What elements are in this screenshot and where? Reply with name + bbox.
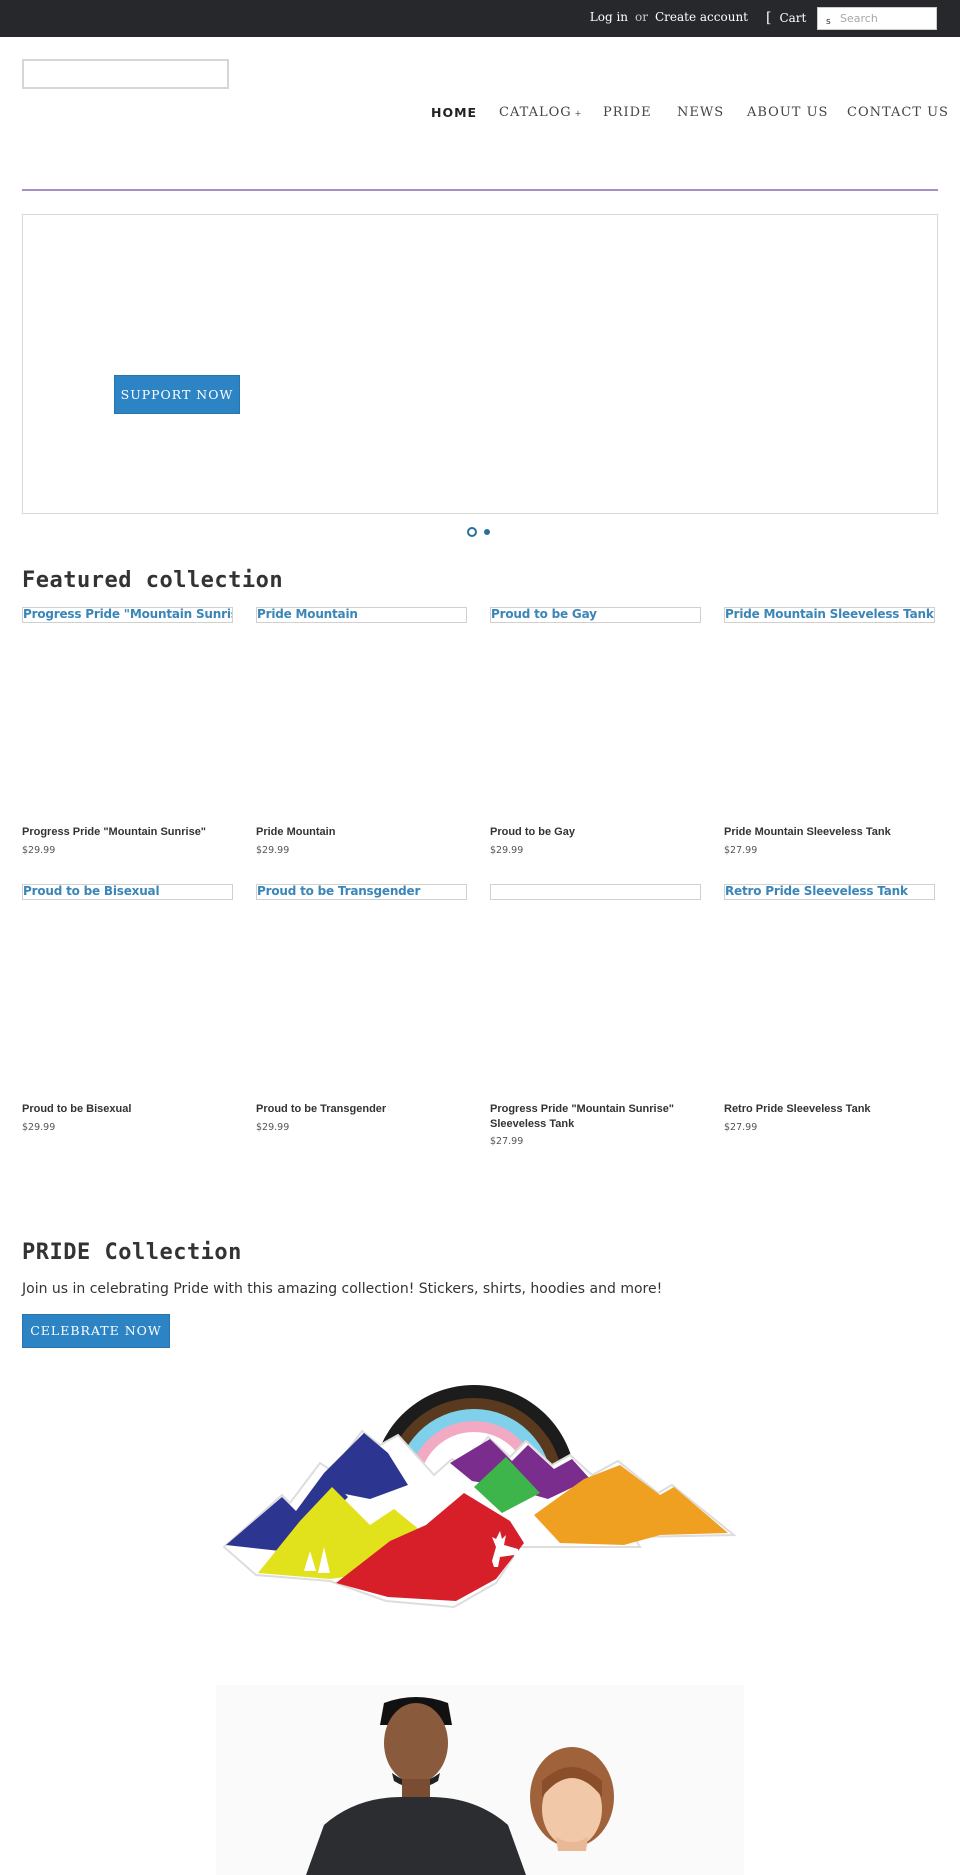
search-box[interactable]: s: [817, 7, 937, 30]
product-title[interactable]: Retro Pride Sleeveless Tank: [724, 1102, 934, 1117]
nav-news-label: NEWS: [677, 105, 725, 120]
cart-icon: [: [766, 10, 772, 26]
product-image-alt: Proud to be Bisexual: [23, 884, 160, 898]
product-price: $27.99: [490, 1136, 524, 1147]
product-title[interactable]: Pride Mountain Sleeveless Tank: [724, 825, 934, 840]
product-price: $27.99: [724, 1122, 758, 1133]
pride-collection-title: PRIDE Collection: [22, 1240, 242, 1265]
product-title[interactable]: Progress Pride "Mountain Sunrise": [22, 825, 232, 840]
models-illustration: [216, 1685, 744, 1875]
product-price: $29.99: [256, 845, 290, 856]
login-link[interactable]: Log in: [590, 10, 628, 24]
product-image-alt: Proud to be Transgender: [257, 884, 421, 898]
product-image[interactable]: Pride Mountain Sleeveless Tank: [724, 607, 935, 623]
nav-about-us[interactable]: ABOUT US: [747, 105, 828, 120]
product-image[interactable]: [490, 884, 701, 900]
nav-pride-label: PRIDE: [603, 105, 652, 120]
header-divider: [22, 189, 938, 191]
top-bar: Log in or Create account [ Cart s: [0, 0, 960, 37]
nav-pride[interactable]: PRIDE: [603, 105, 652, 120]
pride-models-photo: [216, 1685, 744, 1875]
nav-contact-us[interactable]: CONTACT US: [847, 105, 949, 120]
nav-news[interactable]: NEWS: [677, 105, 724, 120]
support-now-button[interactable]: SUPPORT NOW: [114, 375, 240, 414]
nav-catalog[interactable]: CATALOG +: [499, 105, 582, 120]
pride-mountain-sunrise-logo: [222, 1385, 737, 1609]
product-title[interactable]: Proud to be Bisexual: [22, 1102, 232, 1117]
search-icon[interactable]: s: [826, 17, 831, 27]
cart-link[interactable]: [ Cart: [766, 10, 806, 26]
nav-catalog-label: CATALOG: [499, 105, 572, 120]
product-image[interactable]: Pride Mountain: [256, 607, 467, 623]
product-image[interactable]: Progress Pride "Mountain Sunrise": [22, 607, 233, 623]
celebrate-now-button[interactable]: CELEBRATE NOW: [22, 1314, 170, 1348]
slide-dot-2[interactable]: [484, 529, 490, 535]
chevron-down-icon: +: [574, 109, 583, 118]
product-image[interactable]: Proud to be Bisexual: [22, 884, 233, 900]
pride-collection-description: Join us in celebrating Pride with this a…: [22, 1281, 663, 1297]
or-text: or: [635, 10, 648, 24]
account-links: Log in or Create account: [590, 10, 748, 24]
nav-home-label: HOME: [431, 105, 478, 120]
product-title[interactable]: Progress Pride "Mountain Sunrise" Sleeve…: [490, 1102, 700, 1132]
product-title[interactable]: Pride Mountain: [256, 825, 466, 840]
search-input[interactable]: [840, 11, 934, 26]
product-image-alt: Pride Mountain Sleeveless Tank: [725, 607, 934, 621]
featured-collection-title: Featured collection: [22, 568, 284, 593]
nav-about-label: ABOUT US: [747, 105, 829, 120]
product-image[interactable]: Proud to be Transgender: [256, 884, 467, 900]
product-image[interactable]: Retro Pride Sleeveless Tank: [724, 884, 935, 900]
product-image-alt: Progress Pride "Mountain Sunrise": [23, 607, 233, 621]
product-price: $29.99: [22, 845, 56, 856]
nav-home[interactable]: HOME: [431, 105, 477, 120]
site-logo[interactable]: [22, 59, 229, 89]
create-account-link[interactable]: Create account: [655, 10, 748, 24]
product-price: $29.99: [22, 1122, 56, 1133]
slide-dot-1[interactable]: [467, 527, 477, 537]
product-image-alt: Pride Mountain: [257, 607, 358, 621]
nav-contact-label: CONTACT US: [847, 105, 949, 120]
product-title[interactable]: Proud to be Gay: [490, 825, 700, 840]
hero-slideshow: [22, 214, 938, 514]
product-image-alt: Retro Pride Sleeveless Tank: [725, 884, 908, 898]
product-price: $27.99: [724, 845, 758, 856]
product-image[interactable]: Proud to be Gay: [490, 607, 701, 623]
cart-label: Cart: [779, 11, 807, 25]
product-price: $29.99: [256, 1122, 290, 1133]
product-title[interactable]: Proud to be Transgender: [256, 1102, 466, 1117]
product-image-alt: Proud to be Gay: [491, 607, 597, 621]
product-price: $29.99: [490, 845, 524, 856]
